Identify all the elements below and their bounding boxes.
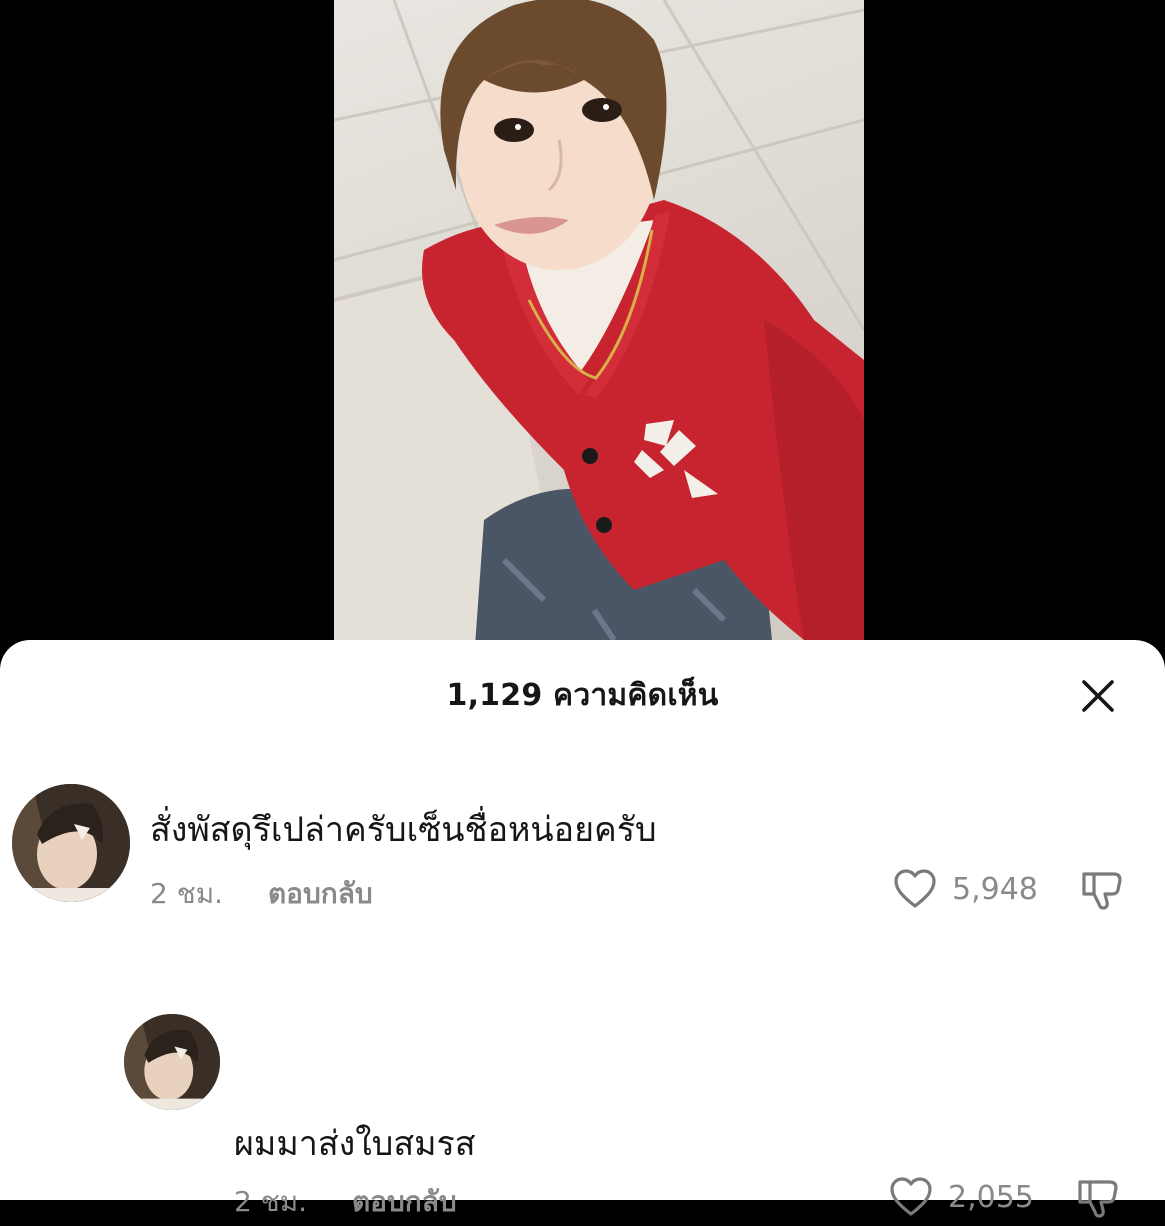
comment-time: 2 ชม. [234,1185,308,1218]
avatar[interactable] [12,784,130,902]
close-button[interactable] [1076,674,1120,718]
dislike-button[interactable] [1078,866,1126,914]
dislike-button[interactable] [1074,1174,1122,1222]
comments-sheet: 1,129 ความคิดเห็น สั่งพัสดุรึเปล่าครับเซ… [0,640,1165,1218]
comment-text: ผมมาส่งใบสมรส [234,1124,476,1164]
post-photo[interactable] [334,0,864,660]
thumbs-down-icon [1082,872,1122,910]
like-count: 5,948 [952,872,1038,907]
like-button[interactable]: 2,055 [888,1174,1038,1222]
avatar-photo [124,1014,220,1110]
heart-icon [894,869,936,908]
comment-time: 2 ชม. [150,877,224,910]
post-media-area [0,0,1165,660]
like-button[interactable]: 5,948 [892,866,1042,914]
like-count: 2,055 [948,1180,1034,1215]
heart-icon [890,1177,932,1216]
avatar[interactable] [124,1014,220,1110]
thumbs-down-icon [1078,1180,1118,1218]
avatar-photo [12,784,130,902]
comment-text: สั่งพัสดุรึเปล่าครับเซ็นชื่อหน่อยครับ [150,810,657,850]
close-icon [1082,680,1114,712]
selfie-illustration [334,0,864,660]
reply-button[interactable]: ตอบกลับ [268,872,373,916]
reply-button[interactable]: ตอบกลับ [352,1180,457,1224]
comments-count-title: 1,129 ความคิดเห็น [446,678,719,713]
